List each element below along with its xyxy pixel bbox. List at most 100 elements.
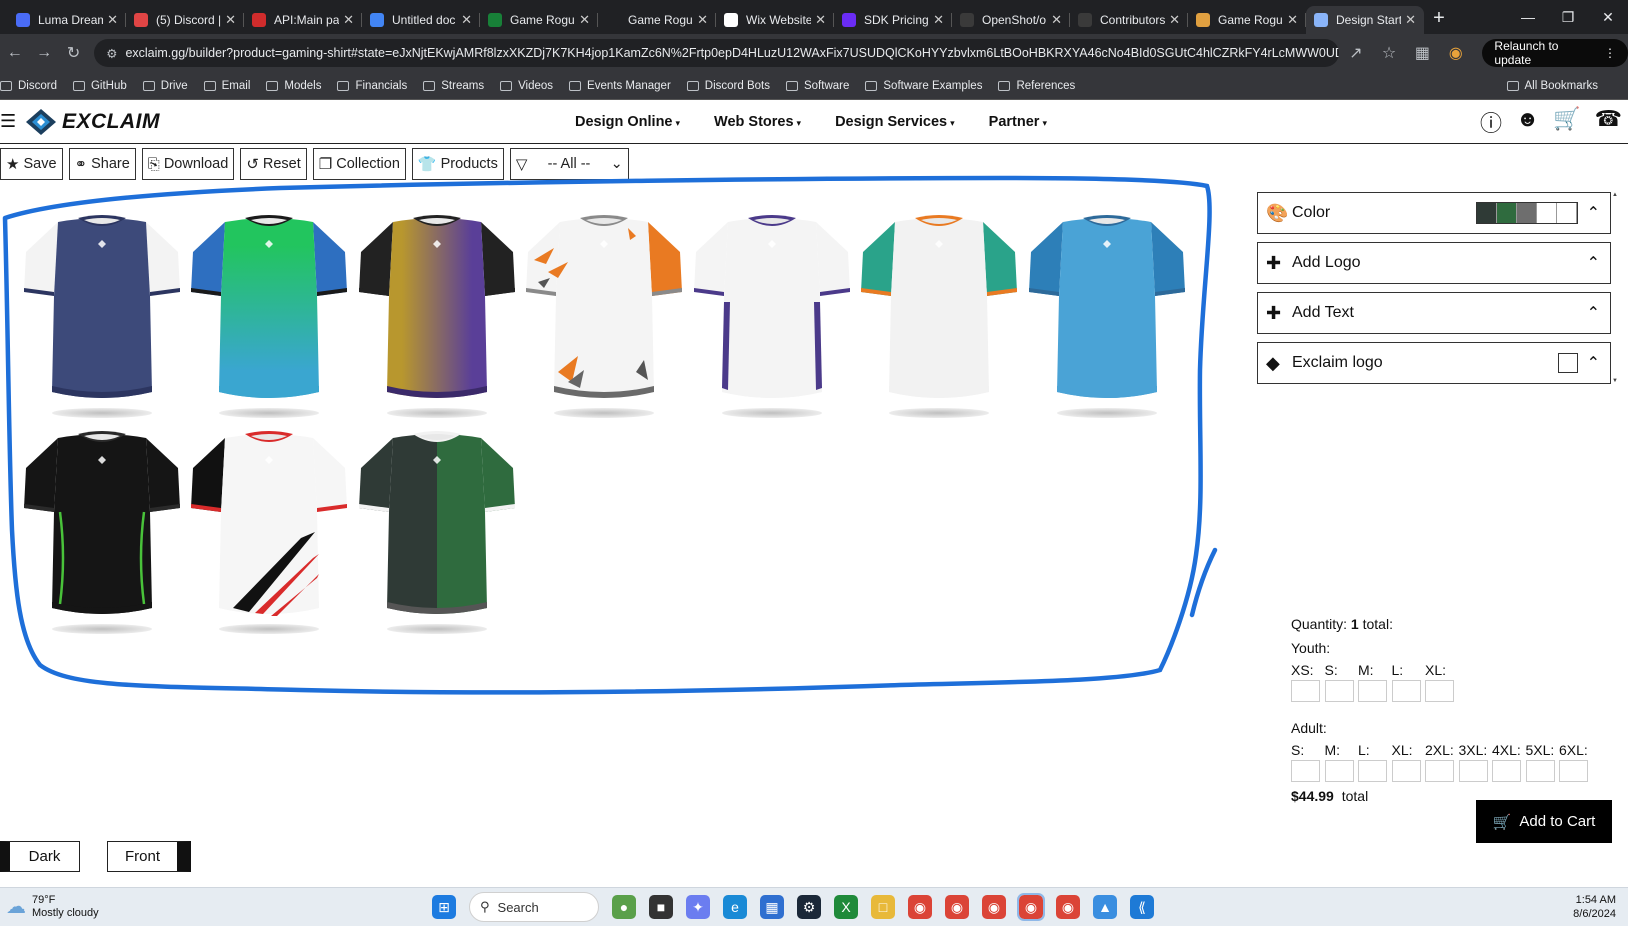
steam-icon[interactable]: ⚙ [797,895,821,919]
menu-dots-icon[interactable]: ⋮ [1604,46,1616,60]
bookmark-item[interactable]: Software Examples [865,80,982,92]
profile-icon[interactable]: ◉ [1439,43,1472,63]
add-logo-section[interactable]: ✚ Add Logo ⌃ [1257,242,1611,284]
help-icon[interactable]: ⓘ [1480,106,1502,138]
design-option-gold-purple-gradient[interactable] [357,212,517,422]
browser-tab[interactable]: OpenShot/o ✕ [952,6,1070,34]
design-option-white-black-red-stripes[interactable] [189,428,349,638]
chrome-icon[interactable]: ◉ [908,895,932,919]
nav-menu-item[interactable]: Design Online ▾ [575,114,680,130]
bookmark-item[interactable]: References [998,80,1075,92]
close-tab-icon[interactable]: ✕ [1051,12,1062,28]
design-option-white-teal-sleeves[interactable] [859,212,1019,422]
restore-icon[interactable]: ❐ [1548,0,1588,34]
color-swatch[interactable] [1477,203,1497,223]
design-option-sky-blue[interactable] [1027,212,1187,422]
size-quantity-input[interactable] [1291,680,1320,702]
site-info-icon[interactable]: ⚙ [106,46,117,61]
size-quantity-input[interactable] [1525,760,1555,782]
chevron-up-icon[interactable]: ⌃ [1587,203,1600,223]
size-quantity-input[interactable] [1458,760,1488,782]
reload-icon[interactable]: ↻ [59,43,88,63]
design-option-charcoal-green-split[interactable] [357,428,517,638]
close-tab-icon[interactable]: ✕ [933,12,944,28]
share-page-icon[interactable]: ↗ [1339,43,1372,63]
color-swatch[interactable] [1517,203,1537,223]
size-quantity-input[interactable] [1358,760,1387,782]
design-option-white-purple-sides[interactable] [692,212,852,422]
panel-scrollbar[interactable]: ▲ ▼ [1612,192,1620,388]
chevron-up-icon[interactable]: ⌃ [1587,303,1600,323]
nav-menu-item[interactable]: Design Services ▾ [835,114,955,130]
design-option-green-blue-gradient[interactable] [189,212,349,422]
size-quantity-input[interactable] [1559,760,1588,782]
browser-tab[interactable]: (5) Discord | ✕ [126,6,244,34]
size-quantity-input[interactable] [1492,760,1521,782]
chevron-up-icon[interactable]: ⌃ [1587,353,1600,373]
chrome-icon[interactable]: ◉ [945,895,969,919]
chrome-icon[interactable]: ◉ [982,895,1006,919]
size-quantity-input[interactable] [1391,760,1421,782]
extensions-icon[interactable]: ▦ [1406,43,1439,63]
browser-tab[interactable]: Contributors ✕ [1070,6,1188,34]
photos-icon[interactable]: ▲ [1093,895,1117,919]
collection-button[interactable]: ❐ Collection [312,148,406,180]
add-text-section[interactable]: ✚ Add Text ⌃ [1257,292,1611,334]
size-quantity-input[interactable] [1324,680,1354,702]
exclaim-logo-section[interactable]: ◆ Exclaim logo ⌃ [1257,342,1611,384]
color-swatch[interactable] [1497,203,1517,223]
size-quantity-input[interactable] [1324,760,1354,782]
close-tab-icon[interactable]: ✕ [1169,12,1180,28]
windows-start-icon[interactable]: ⊞ [432,895,456,919]
size-quantity-input[interactable] [1425,760,1454,782]
chevron-up-icon[interactable]: ⌃ [1587,253,1600,273]
chrome-icon[interactable]: ◉ [1017,893,1045,921]
bookmark-item[interactable]: Discord [0,80,57,92]
close-tab-icon[interactable]: ✕ [579,12,590,28]
browser-tab[interactable]: SDK Pricing ✕ [834,6,952,34]
bookmark-star-icon[interactable]: ☆ [1372,43,1405,63]
size-quantity-input[interactable] [1425,680,1454,702]
nav-menu-item[interactable]: Web Stores ▾ [714,114,801,130]
reset-button[interactable]: ↺ Reset [240,148,307,180]
minimize-icon[interactable]: — [1508,0,1548,34]
size-quantity-input[interactable] [1291,760,1320,782]
account-icon[interactable]: ☻ [1516,106,1539,138]
store-icon[interactable]: ▦ [760,895,784,919]
forward-icon[interactable]: → [29,44,58,62]
browser-tab[interactable]: Untitled doc ✕ [362,6,480,34]
bookmark-item[interactable]: Drive [142,80,188,92]
edge-icon[interactable]: e [723,895,747,919]
file-explorer-icon[interactable]: □ [871,895,895,919]
browser-tab[interactable]: Wix Website ✕ [716,6,834,34]
close-tab-icon[interactable]: ✕ [461,12,472,28]
size-quantity-input[interactable] [1391,680,1421,702]
hamburger-menu-icon[interactable]: ☰ [0,111,16,132]
download-button[interactable]: ⎘ Download [141,148,235,180]
chrome-icon[interactable]: ◉ [1056,895,1080,919]
nav-menu-item[interactable]: Partner ▾ [989,114,1047,130]
browser-tab[interactable]: Design Start ✕ [1306,6,1424,34]
weather-widget[interactable]: ☁ 79°F Mostly cloudy [6,894,99,920]
add-to-cart-button[interactable]: 🛒 Add to Cart [1476,800,1612,843]
bookmark-item[interactable]: Discord Bots [686,80,770,92]
exclaim-logo-checkbox[interactable] [1558,353,1578,373]
dark-toggle-button[interactable]: Dark [0,841,80,872]
copilot-icon[interactable]: ✦ [686,895,710,919]
scroll-down-icon[interactable]: ▼ [1612,378,1620,384]
close-tab-icon[interactable]: ✕ [343,12,354,28]
bookmark-item[interactable]: Streams [423,80,484,92]
color-section[interactable]: 🎨 Color ⌃ [1257,192,1611,234]
filter-select[interactable]: ▽ -- All -- ⌄ [509,148,629,180]
bookmark-item[interactable]: Software [785,80,849,92]
bookmark-item[interactable]: Email [203,80,250,92]
close-tab-icon[interactable]: ✕ [697,12,708,28]
cart-icon[interactable]: 🛒 [1553,106,1580,138]
bookmark-item[interactable]: Events Manager [569,80,671,92]
close-window-icon[interactable]: ✕ [1588,0,1628,34]
browser-tab[interactable]: Game Rogue ✕ [480,6,598,34]
xbox-icon[interactable]: X [834,895,858,919]
browser-tab[interactable]: Game Rogue ✕ [598,6,716,34]
widgets-icon[interactable]: ● [612,895,636,919]
browser-tab[interactable]: API:Main pa ✕ [244,6,362,34]
